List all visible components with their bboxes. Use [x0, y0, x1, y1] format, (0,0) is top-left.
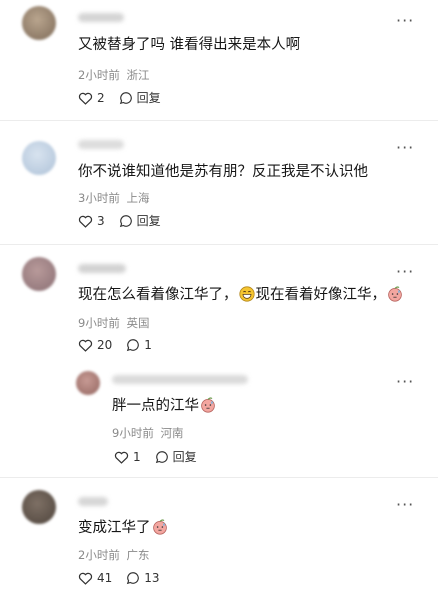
comment-text: 又被替身了吗 谁看得出来是本人啊 — [78, 37, 301, 53]
comment-text-part: 胖一点的江华 — [112, 398, 199, 414]
comment-actions: 20 1 — [78, 338, 166, 352]
more-icon[interactable]: ··· — [396, 497, 414, 513]
comment-text: 你不说谁知道他是苏有朋？反正我是不认识他 — [78, 164, 368, 180]
grin-emoji — [238, 286, 255, 302]
comment-actions: 2 回复 — [78, 89, 175, 106]
comment-meta: 9小时前 河南 — [112, 425, 183, 441]
comment-location: 英国 — [126, 316, 150, 330]
comment-item: ··· 你不说谁知道他是苏有朋？反正我是不认识他 3小时前 上海 3 回复 — [0, 121, 438, 243]
like-count: 20 — [97, 338, 113, 352]
more-icon[interactable]: ··· — [396, 374, 414, 390]
heart-icon — [78, 92, 93, 105]
comment-actions: 41 13 — [78, 571, 174, 585]
comment-item: ··· 变成江华了 2小时前 广东 41 13 — [0, 478, 438, 598]
comment-actions: 1 回复 — [114, 448, 211, 465]
reply-count: 1 — [144, 338, 152, 352]
comment-time: 9小时前 — [112, 426, 154, 440]
sweat-peach-emoji — [201, 397, 215, 413]
like-button[interactable]: 3 — [78, 214, 105, 228]
like-button[interactable]: 41 — [78, 571, 112, 585]
comment-location: 浙江 — [126, 68, 150, 82]
comment-icon — [127, 339, 140, 352]
comment-time: 2小时前 — [78, 548, 120, 562]
heart-icon — [78, 215, 93, 228]
like-count: 41 — [97, 571, 113, 585]
more-icon[interactable]: ··· — [396, 264, 414, 280]
comment-text: 变成江华了 — [78, 518, 169, 538]
avatar[interactable] — [22, 6, 56, 40]
like-count: 1 — [133, 449, 141, 464]
comment-location: 河南 — [160, 426, 184, 440]
comment-text: 胖一点的江华 — [112, 396, 217, 416]
avatar[interactable] — [76, 371, 100, 395]
comment-location: 上海 — [126, 191, 150, 205]
reply-button[interactable]: 回复 — [119, 212, 161, 229]
like-count: 3 — [97, 213, 105, 228]
comment-text-part: 变成江华了 — [78, 520, 151, 536]
username[interactable] — [78, 140, 124, 149]
reply-button[interactable]: 13 — [126, 571, 160, 585]
comment-meta: 2小时前 广东 — [78, 547, 149, 563]
reply-label: 回复 — [136, 214, 161, 228]
more-icon[interactable]: ··· — [396, 140, 414, 156]
comment-item: ··· 现在怎么看着像江华了， 现在看着好像江华， 9小时前 英国 20 1 — [0, 245, 438, 355]
heart-icon — [114, 451, 129, 464]
comment-icon — [155, 450, 168, 463]
username[interactable] — [78, 497, 108, 506]
like-button[interactable]: 20 — [78, 338, 112, 352]
avatar[interactable] — [22, 490, 56, 524]
reply-count: 13 — [144, 571, 160, 585]
sweat-peach-emoji — [388, 286, 402, 302]
reply-button[interactable]: 回复 — [155, 448, 197, 465]
comment-icon — [127, 572, 140, 585]
username[interactable] — [112, 375, 248, 384]
comment-location: 广东 — [126, 548, 150, 562]
reply-item: ··· 胖一点的江华 9小时前 河南 1 回复 — [0, 355, 438, 475]
more-icon[interactable]: ··· — [396, 13, 414, 29]
avatar[interactable] — [22, 141, 56, 175]
comment-text-part: 现在怎么看着像江华了， — [78, 287, 238, 303]
heart-icon — [78, 339, 93, 352]
comment-meta: 9小时前 英国 — [78, 315, 149, 331]
like-button[interactable]: 2 — [78, 91, 105, 105]
comment-text-part: 现在看着好像江华， — [255, 287, 387, 303]
username[interactable] — [78, 13, 124, 22]
comment-time: 3小时前 — [78, 191, 120, 205]
comment-time: 9小时前 — [78, 316, 120, 330]
like-button[interactable]: 1 — [114, 450, 141, 464]
comment-text: 现在怎么看着像江华了， 现在看着好像江华， — [78, 285, 404, 305]
reply-button[interactable]: 1 — [126, 338, 152, 352]
like-count: 2 — [97, 90, 105, 105]
reply-label: 回复 — [136, 91, 161, 105]
heart-icon — [78, 572, 93, 585]
reply-label: 回复 — [172, 450, 197, 464]
comment-actions: 3 回复 — [78, 212, 175, 229]
comment-meta: 2小时前 浙江 — [78, 67, 149, 83]
avatar[interactable] — [22, 257, 56, 291]
username[interactable] — [78, 264, 126, 273]
comment-time: 2小时前 — [78, 68, 120, 82]
comment-meta: 3小时前 上海 — [78, 190, 149, 206]
comment-icon — [119, 91, 132, 104]
comment-icon — [119, 214, 132, 227]
reply-button[interactable]: 回复 — [119, 89, 161, 106]
comment-item: ··· 又被替身了吗 谁看得出来是本人啊 2小时前 浙江 2 回复 — [0, 0, 438, 118]
sweat-peach-emoji — [152, 519, 167, 535]
